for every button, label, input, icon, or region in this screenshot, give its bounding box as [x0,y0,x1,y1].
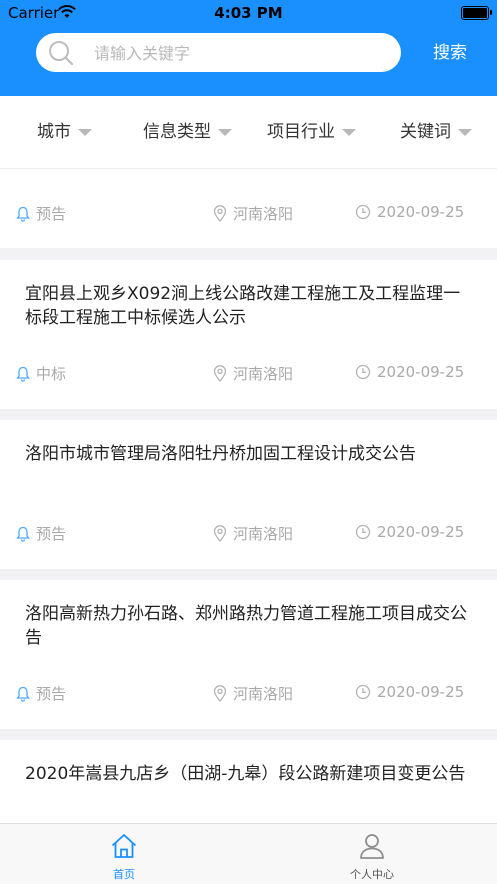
status-bar: Carrier 4:03 PM [0,0,497,26]
location-pin-icon [213,205,227,222]
card-location-label: 河南洛阳 [233,525,294,543]
card-title: 宜阳县上观乡X092涧上线公路改建工程施工及工程监理一标段工程施工中标候选人公示 [25,284,461,328]
location-pin-icon [213,685,227,702]
list-item[interactable]: 洛阳高新热力孙石路、郑州路热力管道工程施工项目成交公告 预告 河南洛阳 2020… [0,580,497,729]
card-location-label: 河南洛阳 [233,205,294,223]
card-type: 预告 [16,523,66,544]
list-item[interactable]: 预告 河南洛阳 2020-09-25 [0,169,497,248]
clock-icon [355,684,371,700]
tab-profile[interactable]: 个人中心 [248,824,496,884]
card-location: 河南洛阳 [213,363,293,384]
filter-city-label: 城市 [37,122,71,142]
card-title: 洛阳高新热力孙石路、郑州路热力管道工程施工项目成交公告 [25,604,467,648]
search-box[interactable] [36,33,401,74]
filter-info-type-label: 信息类型 [143,122,211,142]
filter-industry-label: 项目行业 [267,122,335,142]
card-type: 预告 [16,203,66,224]
card-date-label: 2020-09-25 [377,683,465,701]
card-type-label: 预告 [36,525,67,543]
battery-icon [461,6,492,20]
bell-icon [16,526,30,542]
bell-icon [16,366,30,382]
card-date: 2020-09-25 [355,363,464,381]
tab-bar: 首页 个人中心 [0,823,497,884]
home-icon [110,832,138,864]
filter-keyword-label: 关键词 [400,122,451,142]
card-type: 中标 [16,363,66,384]
card-type-label: 中标 [36,365,67,383]
location-pin-icon [213,365,227,382]
card-type-label: 预告 [36,205,67,223]
list-item[interactable]: 宜阳县上观乡X092涧上线公路改建工程施工及工程监理一标段工程施工中标候选人公示… [0,260,497,409]
list-item[interactable]: 洛阳市城市管理局洛阳牡丹桥加固工程设计成交公告 预告 河南洛阳 2020-09-… [0,420,497,569]
tab-profile-label: 个人中心 [350,868,394,881]
chevron-down-icon [78,128,92,136]
tab-home[interactable]: 首页 [0,824,248,884]
card-type-label: 预告 [36,685,67,703]
bell-icon [16,206,30,222]
card-location-label: 河南洛阳 [233,365,294,383]
filter-bar: 城市 信息类型 项目行业 关键词 [0,96,497,169]
chevron-down-icon [218,128,232,136]
card-location-label: 河南洛阳 [233,685,294,703]
chevron-down-icon [342,128,356,136]
filter-info-type[interactable]: 信息类型 [143,96,232,168]
clock-icon [355,524,371,540]
announcement-list: 预告 河南洛阳 2020-09-25 宜阳县上观乡X092涧上线公路改建工程施工… [0,169,497,823]
card-date-label: 2020-09-25 [377,203,465,221]
search-button[interactable]: 搜索 [420,38,480,68]
tab-home-label: 首页 [113,868,135,881]
card-location: 河南洛阳 [213,203,293,224]
card-location: 河南洛阳 [213,683,293,704]
card-date: 2020-09-25 [355,523,464,541]
location-pin-icon [213,525,227,542]
card-date-label: 2020-09-25 [377,363,465,381]
filter-keyword[interactable]: 关键词 [400,96,472,168]
filter-city[interactable]: 城市 [37,96,92,168]
header: Carrier 4:03 PM 搜索 [0,0,497,96]
search-input[interactable] [92,33,396,74]
card-title: 洛阳市城市管理局洛阳牡丹桥加固工程设计成交公告 [25,444,416,464]
card-location: 河南洛阳 [213,523,293,544]
search-icon [48,40,74,70]
card-date-label: 2020-09-25 [377,523,465,541]
chevron-down-icon [458,128,472,136]
card-date: 2020-09-25 [355,203,464,221]
card-title: 2020年嵩县九店乡（田湖-九皋）段公路新建项目变更公告 [25,764,466,784]
user-icon [358,832,386,864]
filter-industry[interactable]: 项目行业 [267,96,356,168]
card-type: 预告 [16,683,66,704]
clock-icon [355,204,371,220]
status-time: 4:03 PM [214,4,283,22]
bell-icon [16,686,30,702]
card-date: 2020-09-25 [355,683,464,701]
list-item[interactable]: 2020年嵩县九店乡（田湖-九皋）段公路新建项目变更公告 [0,740,497,823]
clock-icon [355,364,371,380]
